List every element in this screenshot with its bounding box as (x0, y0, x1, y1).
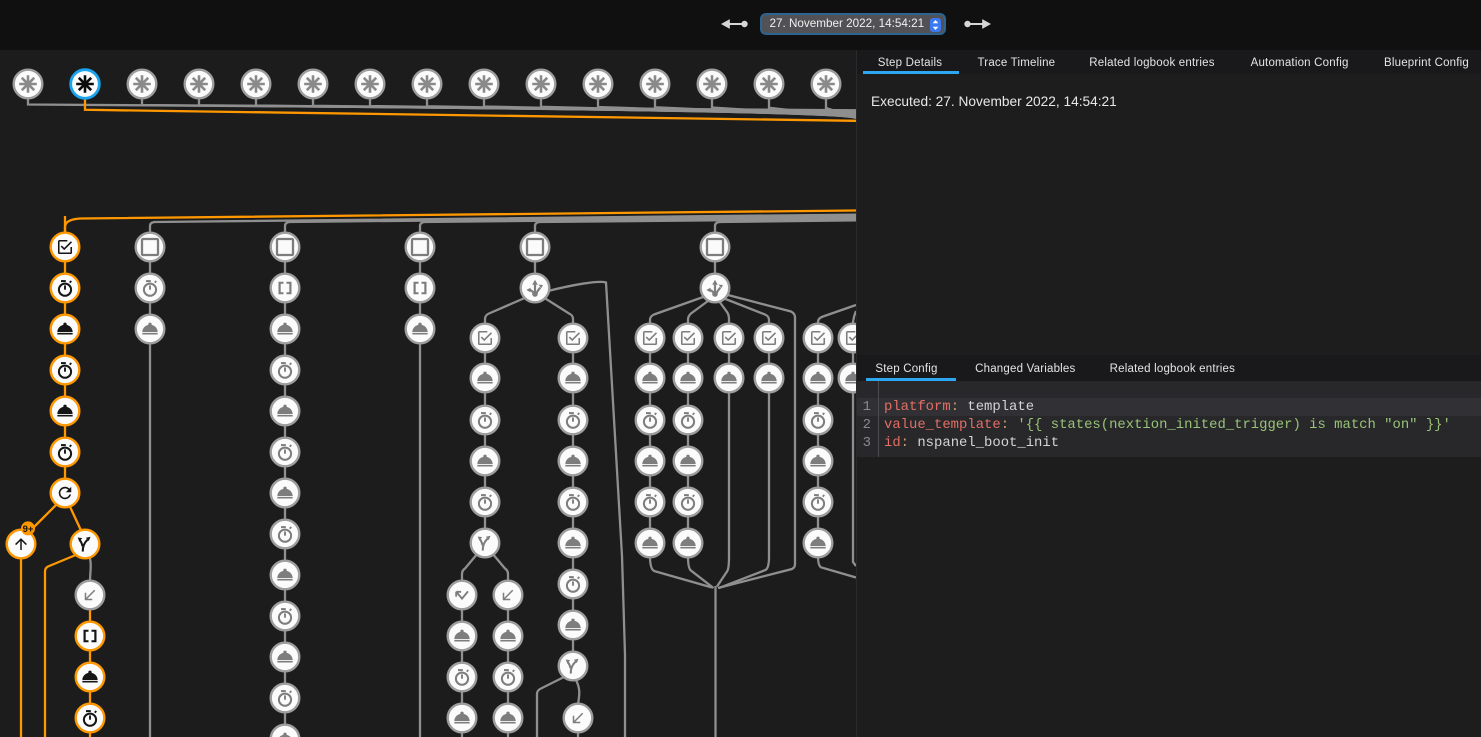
svg-text:9+: 9+ (23, 524, 34, 535)
